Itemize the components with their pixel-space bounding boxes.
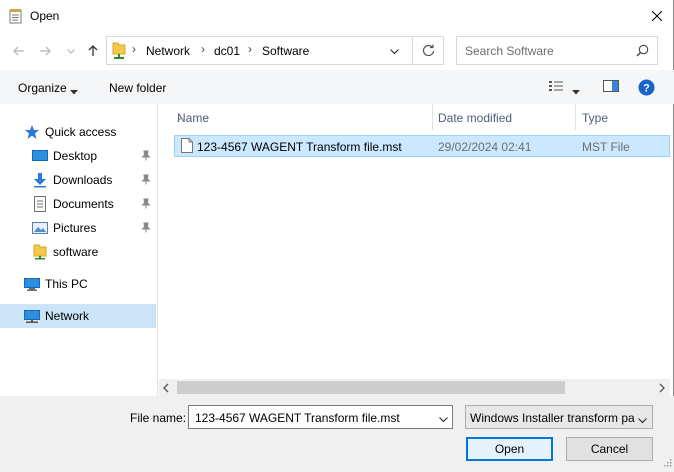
refresh-button[interactable] [412, 37, 444, 64]
sidebar-item-label: Downloads [53, 173, 113, 187]
close-icon [652, 11, 662, 21]
back-button[interactable] [8, 40, 30, 62]
up-button[interactable] [82, 40, 104, 62]
address-history-button[interactable] [383, 40, 405, 62]
download-icon [32, 172, 48, 188]
notepad-icon [9, 8, 23, 24]
cancel-button[interactable]: Cancel [566, 437, 653, 461]
preview-pane-icon [603, 80, 619, 92]
new-folder-button[interactable]: New folder [109, 81, 166, 95]
sidebar-item-label: This PC [45, 277, 88, 291]
caret-down-icon [70, 84, 78, 98]
recent-locations-button[interactable] [60, 40, 82, 62]
star-icon [24, 124, 40, 140]
sidebar-item-label: Documents [53, 197, 114, 211]
breadcrumb-network[interactable]: Network [146, 44, 190, 58]
address-bar[interactable]: › Network › dc01 › Software [106, 36, 444, 65]
resize-grip-icon[interactable] [662, 456, 672, 470]
file-list: Name Date modified Type 123-4567 WAGENT … [159, 104, 670, 380]
file-type-select[interactable]: Windows Installer transform pa [465, 405, 653, 429]
sidebar-item-this-pc[interactable]: This PC [0, 272, 156, 296]
sidebar-item-pictures[interactable]: Pictures [0, 216, 156, 240]
column-header-date-modified[interactable]: Date modified [430, 104, 576, 130]
sidebar-item-software[interactable]: software [0, 240, 156, 264]
breadcrumb-separator-icon: › [201, 42, 205, 56]
horizontal-scrollbar[interactable] [159, 379, 670, 396]
sort-ascending-icon [177, 111, 185, 125]
file-name-label: File name: [130, 411, 187, 425]
sidebar-item-label: Desktop [53, 149, 98, 163]
sidebar-item-desktop[interactable]: Desktop [0, 144, 156, 168]
column-header-label: Date modified [438, 111, 513, 125]
organize-button[interactable]: Organize [18, 81, 67, 95]
sidebar-item-downloads[interactable]: Downloads [0, 168, 156, 192]
forward-button[interactable] [34, 40, 56, 62]
chevron-down-icon[interactable] [439, 412, 448, 426]
sidebar-item-label: software [53, 245, 99, 259]
pin-icon [141, 198, 151, 212]
navigation-bar: › Network › dc01 › Software [0, 36, 674, 66]
table-row[interactable]: 123-4567 WAGENT Transform file.mst 29/02… [174, 135, 670, 157]
open-button[interactable]: Open [466, 437, 553, 461]
search-box[interactable] [456, 36, 658, 65]
breadcrumb-separator-icon: › [132, 42, 136, 56]
file-name: 123-4567 WAGENT Transform file.mst [197, 140, 402, 154]
scrollbar-thumb[interactable] [177, 381, 565, 394]
chevron-down-icon [638, 413, 647, 427]
scroll-right-icon[interactable] [659, 382, 665, 396]
network-folder-icon [112, 42, 126, 63]
sidebar-item-documents[interactable]: Documents [0, 192, 156, 216]
chevron-down-icon [67, 48, 75, 54]
close-button[interactable] [644, 4, 670, 28]
pin-icon [141, 222, 151, 236]
documents-icon [32, 196, 48, 212]
sidebar-item-quick-access[interactable]: Quick access [0, 120, 156, 144]
sidebar-item-network[interactable]: Network [0, 304, 156, 328]
refresh-icon [422, 44, 435, 57]
column-header-label: Type [582, 111, 609, 125]
view-options-caret-icon[interactable] [572, 84, 580, 98]
file-name-input[interactable] [193, 410, 429, 425]
computer-icon [24, 276, 40, 292]
pictures-icon [32, 220, 48, 236]
chevron-down-icon [389, 48, 399, 54]
arrow-left-icon [13, 46, 24, 56]
sidebar-item-label: Pictures [53, 221, 97, 235]
scroll-left-icon[interactable] [163, 382, 169, 396]
breadcrumb-software[interactable]: Software [262, 44, 309, 58]
sidebar-item-label: Network [45, 309, 90, 323]
navigation-pane: Quick access Desktop Downloads Documents… [0, 104, 158, 396]
window-title: Open [30, 9, 60, 23]
column-header-name[interactable]: Name [169, 104, 433, 130]
search-icon[interactable] [636, 44, 649, 60]
pin-icon [141, 150, 151, 164]
file-type-value: Windows Installer transform pa [470, 411, 635, 425]
sidebar-item-label: Quick access [45, 125, 117, 139]
preview-pane-button[interactable] [603, 79, 619, 96]
file-type: MST File [582, 140, 630, 154]
help-button[interactable]: ? [638, 79, 655, 99]
search-input[interactable] [463, 43, 628, 59]
arrow-up-icon [88, 45, 98, 56]
open-dialog: Open › Network › dc01 › Software Search … [0, 0, 674, 472]
dialog-footer: File name: Windows Installer transform p… [0, 396, 674, 472]
folder-icon [32, 244, 48, 260]
pin-icon [141, 174, 151, 188]
file-icon [181, 138, 193, 156]
breadcrumb-separator-icon: › [248, 42, 252, 56]
help-icon: ? [638, 79, 655, 96]
file-date-modified: 29/02/2024 02:41 [438, 140, 532, 154]
column-header-type[interactable]: Type [574, 104, 670, 130]
command-bar: Organize New folder ? [0, 70, 674, 104]
list-view-icon [549, 81, 563, 91]
arrow-right-icon [40, 46, 51, 56]
desktop-icon [32, 148, 48, 164]
title-bar[interactable]: Open [0, 0, 674, 32]
svg-text:?: ? [643, 83, 650, 95]
breadcrumb-dc01[interactable]: dc01 [214, 44, 240, 58]
network-icon [24, 308, 40, 324]
change-view-button[interactable] [548, 79, 566, 96]
file-name-combobox[interactable] [188, 405, 453, 429]
